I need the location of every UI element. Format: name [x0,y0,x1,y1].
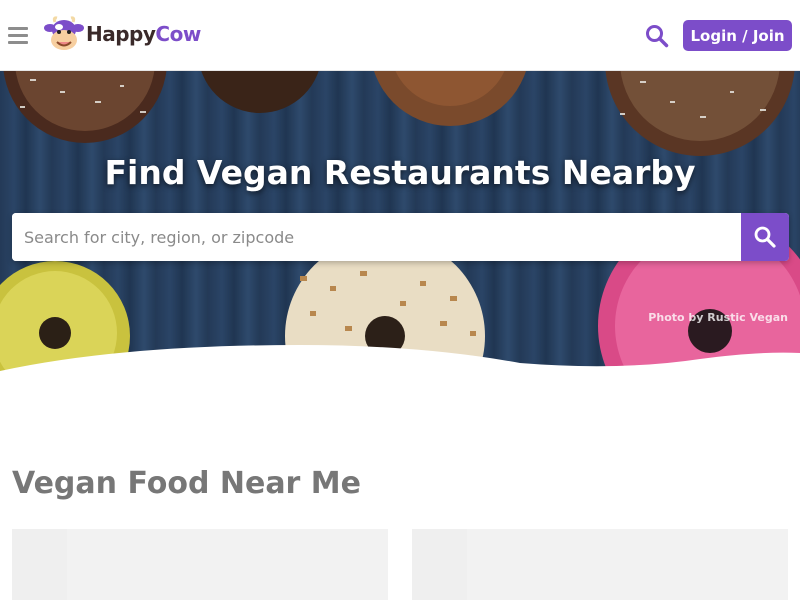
logo-happy: Happy [86,22,156,46]
search-submit-button[interactable] [741,213,789,261]
site-header: HappyCow Login / Join [0,0,800,71]
restaurant-card-placeholder[interactable] [412,529,788,600]
hero-banner: Find Vegan Restaurants Nearby Photo by R… [0,71,800,371]
card-image-placeholder [467,529,788,600]
restaurant-card-placeholder[interactable] [12,529,388,600]
login-join-button[interactable]: Login / Join [683,20,792,51]
hamburger-menu-icon[interactable] [8,27,28,45]
logo-wordmark: HappyCow [86,22,201,46]
section-title: Vegan Food Near Me [12,466,361,501]
card-image-placeholder [67,529,388,600]
location-search-bar [12,213,789,261]
search-icon [754,226,776,248]
happycow-logo[interactable]: HappyCow [44,16,201,52]
header-search-button[interactable] [644,23,670,49]
logo-cow: Cow [155,22,201,46]
hero-title: Find Vegan Restaurants Nearby [104,153,696,192]
hero-wave-divider [0,345,800,371]
photo-credit[interactable]: Photo by Rustic Vegan [648,311,788,324]
search-icon [646,25,669,48]
cow-logo-icon [44,16,84,50]
location-search-input[interactable] [12,213,741,261]
